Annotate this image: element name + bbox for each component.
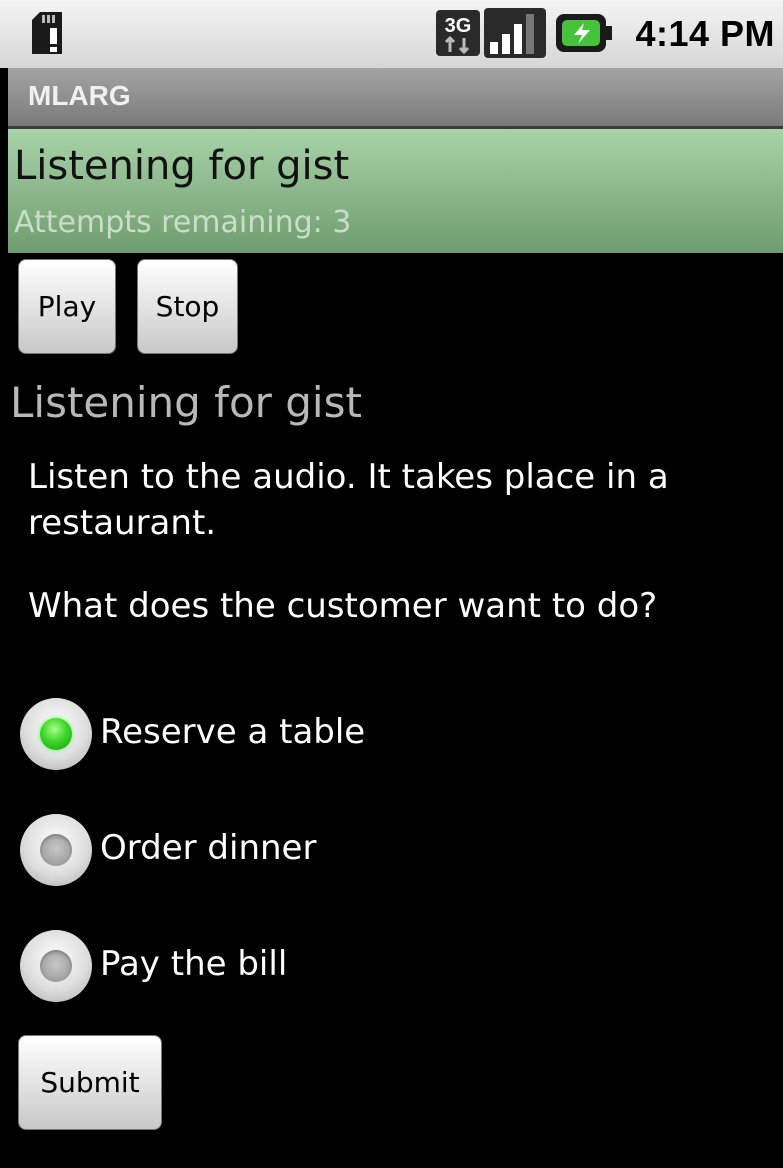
radio-button[interactable] (20, 814, 92, 886)
radio-selected-indicator (40, 718, 72, 750)
radio-label: Order dinner (100, 828, 317, 868)
header-title: Listening for gist (14, 143, 350, 189)
radio-button[interactable] (20, 698, 92, 770)
radio-option-reserve-table[interactable]: Reserve a table (18, 698, 718, 774)
radio-button[interactable] (20, 930, 92, 1002)
svg-text:3G: 3G (445, 15, 472, 37)
status-bar: 3G 4:14 PM (0, 0, 783, 68)
stop-button[interactable]: Stop (137, 259, 238, 354)
app-title-bar: MLARG (8, 68, 783, 129)
radio-option-order-dinner[interactable]: Order dinner (18, 814, 718, 890)
instruction-text: Listen to the audio. It takes place in a… (28, 457, 669, 543)
radio-label: Reserve a table (100, 712, 366, 752)
question-text: What does the customer want to do? (28, 586, 658, 626)
3g-data-icon: 3G (436, 10, 480, 56)
app-title: MLARG (28, 80, 131, 111)
play-button[interactable]: Play (18, 259, 116, 354)
radio-unselected-indicator (40, 834, 72, 866)
signal-strength-icon (484, 8, 546, 58)
battery-charging-icon (556, 14, 612, 52)
status-clock: 4:14 PM (635, 13, 775, 54)
attempts-remaining: Attempts remaining: 3 (14, 205, 352, 240)
section-title: Listening for gist (10, 378, 362, 427)
radio-unselected-indicator (40, 950, 72, 982)
radio-label: Pay the bill (100, 944, 288, 984)
radio-option-pay-bill[interactable]: Pay the bill (18, 930, 718, 1006)
submit-button[interactable]: Submit (18, 1035, 162, 1130)
sd-card-warning-icon (32, 12, 62, 54)
activity-header: Listening for gist Attempts remaining: 3 (8, 129, 783, 253)
